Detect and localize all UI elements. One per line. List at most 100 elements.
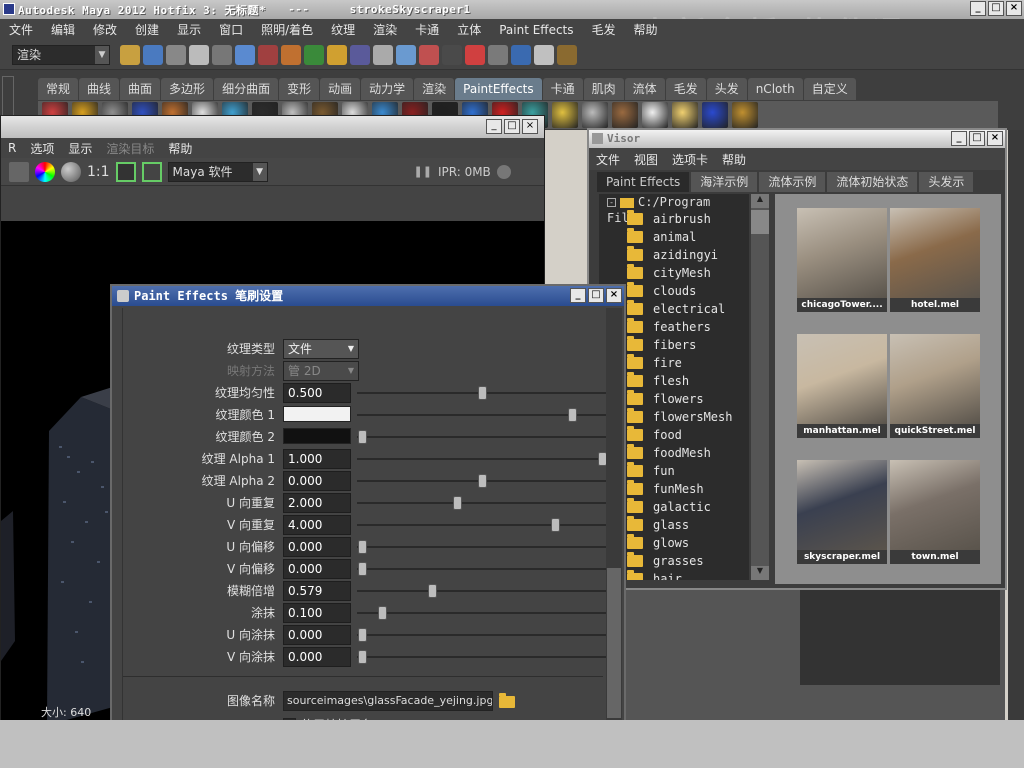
menu-set-select[interactable]: 渲染 ▼ [12, 44, 110, 65]
tool-button-icon[interactable] [120, 44, 140, 65]
maximize-button[interactable]: □ [588, 288, 604, 303]
shelf-tab[interactable]: 流体 [624, 78, 665, 100]
menu-display[interactable]: 显示 [168, 21, 210, 38]
visor-tab-paint-effects[interactable]: Paint Effects [597, 172, 690, 192]
color-swatch[interactable] [283, 406, 351, 422]
slider-track[interactable] [357, 474, 607, 488]
pe-value-field[interactable]: 0.500 [283, 383, 351, 403]
tool-button-icon[interactable] [557, 44, 577, 65]
pe-value-field[interactable]: 0.000 [283, 537, 351, 557]
scroll-thumb[interactable] [751, 210, 769, 234]
shelf-tab[interactable]: 曲面 [120, 78, 161, 100]
brush-thumbnail[interactable]: town.mel [890, 460, 980, 564]
slider-track[interactable] [357, 540, 607, 554]
slider-track[interactable] [357, 562, 607, 576]
paint-effects-brush-icon[interactable] [612, 102, 638, 128]
menu-texturing[interactable]: 纹理 [322, 21, 364, 38]
shelf-tab[interactable]: 毛发 [665, 78, 706, 100]
close-button[interactable]: × [1006, 1, 1022, 16]
slider-thumb[interactable] [568, 408, 577, 422]
slider-thumb[interactable] [358, 562, 367, 576]
shelf-tab[interactable]: 常规 [38, 78, 79, 100]
slider-track[interactable] [357, 606, 607, 620]
tool-button-icon[interactable] [488, 44, 508, 65]
maximize-button[interactable]: □ [988, 1, 1004, 16]
brush-thumbnail[interactable]: chicagoTower.... [797, 208, 887, 312]
menu-render-r[interactable]: R [1, 141, 23, 155]
shelf-tab[interactable]: 多边形 [161, 78, 214, 100]
shelf-tab[interactable]: 变形 [279, 78, 320, 100]
renderer-select[interactable]: Maya 软件 ▼ [167, 161, 268, 182]
color-wheel-icon[interactable] [35, 161, 55, 182]
menu-create[interactable]: 创建 [126, 21, 168, 38]
slider-thumb[interactable] [358, 430, 367, 444]
slider-thumb[interactable] [453, 496, 462, 510]
pe-value-field[interactable]: 0.000 [283, 647, 351, 667]
menu-modify[interactable]: 修改 [84, 21, 126, 38]
close-button[interactable]: × [987, 131, 1003, 146]
tool-button-icon[interactable] [465, 44, 485, 65]
pe-value-field[interactable]: 0.100 [283, 603, 351, 623]
menu-paint-effects[interactable]: Paint Effects [490, 23, 582, 37]
slider-track[interactable] [357, 430, 607, 444]
menu-lighting-shading[interactable]: 照明/着色 [252, 21, 322, 38]
minimize-button[interactable]: _ [951, 131, 967, 146]
minimize-button[interactable]: _ [570, 288, 586, 303]
tool-button-icon[interactable] [419, 44, 439, 65]
menu-display[interactable]: 显示 [61, 140, 99, 157]
visor-menu-tabs[interactable]: 选项卡 [665, 151, 715, 168]
paint-effects-brush-icon[interactable] [582, 102, 608, 128]
menu-render-target[interactable]: 渲染目标 [99, 140, 161, 157]
tool-button-icon[interactable] [396, 44, 416, 65]
pause-icon[interactable]: ❚❚ [414, 165, 432, 178]
pe-value-field[interactable]: 4.000 [283, 515, 351, 535]
paint-effects-brush-icon[interactable] [672, 102, 698, 128]
shelf-tab[interactable]: 动力学 [361, 78, 414, 100]
pe-value-field[interactable]: 0.000 [283, 471, 351, 491]
shelf-tab[interactable]: 卡通 [542, 78, 583, 100]
shelf-tab[interactable]: 头发 [706, 78, 747, 100]
ratio-label[interactable]: 1:1 [87, 164, 110, 180]
menu-help[interactable]: 帮助 [625, 21, 667, 38]
tool-button-icon[interactable] [281, 44, 301, 65]
tree-folder-item[interactable]: animal [599, 228, 749, 246]
tool-button-icon[interactable] [258, 44, 278, 65]
tool-button-icon[interactable] [511, 44, 531, 65]
menu-options[interactable]: 选项 [23, 140, 61, 157]
brush-thumbnail[interactable]: skyscraper.mel [797, 460, 887, 564]
tree-collapse-icon[interactable]: - [607, 198, 616, 207]
menu-window[interactable]: 窗口 [210, 21, 252, 38]
folder-tree-scrollbar[interactable]: ▲ ▼ [751, 194, 769, 580]
scroll-down-arrow[interactable]: ▼ [751, 566, 769, 580]
slider-track[interactable] [357, 452, 607, 466]
slider-track[interactable] [357, 650, 607, 664]
paint-effects-brush-icon[interactable] [552, 102, 578, 128]
render-settings-icon[interactable] [9, 161, 29, 182]
slider-thumb[interactable] [550, 518, 560, 532]
tree-root[interactable]: - C:/Program Files [599, 194, 749, 225]
paint-effects-brush-icon[interactable] [702, 102, 728, 128]
shelf-tab[interactable]: 渲染 [414, 78, 455, 100]
minimize-button[interactable]: _ [486, 119, 502, 134]
pe-value-field[interactable]: 0.579 [283, 581, 351, 601]
tool-button-icon[interactable] [143, 44, 163, 65]
frame-icon[interactable] [115, 161, 136, 182]
slider-thumb[interactable] [358, 540, 367, 554]
visor-tab-fluid-examples[interactable]: 流体示例 [759, 172, 826, 192]
visor-menu-view[interactable]: 视图 [627, 151, 665, 168]
minimize-button[interactable]: _ [970, 1, 986, 16]
menu-toon[interactable]: 卡通 [406, 21, 448, 38]
tool-button-icon[interactable] [534, 44, 554, 65]
slider-track[interactable] [357, 628, 607, 642]
slider-track[interactable] [357, 408, 607, 422]
menu-stereo[interactable]: 立体 [448, 21, 490, 38]
pe-value-field[interactable]: 1.000 [283, 449, 351, 469]
tool-button-icon[interactable] [373, 44, 393, 65]
menu-file[interactable]: 文件 [0, 21, 42, 38]
tree-folder-item[interactable]: cityMesh [599, 264, 749, 282]
shelf-tab[interactable]: 自定义 [803, 78, 856, 100]
visor-tab-hair-examples[interactable]: 头发示 [919, 172, 974, 192]
frame-all-icon[interactable] [141, 161, 162, 182]
visor-menu-file[interactable]: 文件 [589, 151, 627, 168]
slider-thumb[interactable] [358, 628, 367, 642]
